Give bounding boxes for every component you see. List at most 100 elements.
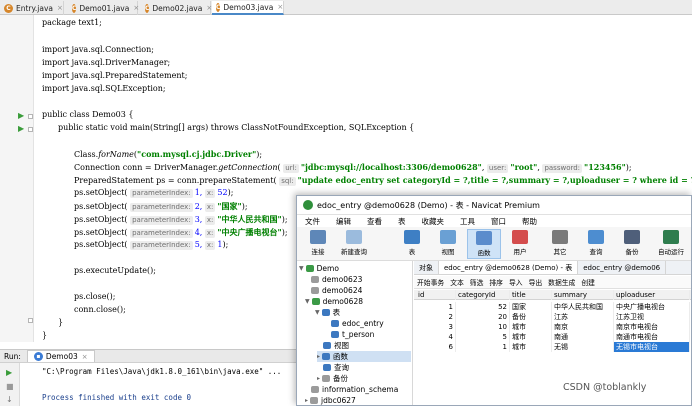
- column-header-categoryid[interactable]: categoryId: [456, 290, 510, 300]
- connection-tree: ▼ Demo demo0623 demo0624 ▼ demo0628 ▼ 表 edo…: [297, 261, 413, 405]
- menu-favorites[interactable]: 收藏夹: [414, 216, 453, 227]
- close-icon[interactable]: ×: [57, 4, 63, 12]
- view-button[interactable]: 视图: [431, 229, 465, 259]
- table-folder-icon: [321, 309, 330, 316]
- create-button[interactable]: 创建: [578, 277, 598, 287]
- tab-demo02-java[interactable]: C Demo02.java ×: [141, 1, 212, 15]
- menu-file[interactable]: 文件: [297, 216, 328, 227]
- user-button[interactable]: 用户: [503, 229, 537, 259]
- fold-icon[interactable]: [28, 127, 33, 132]
- tree-db-demo0624[interactable]: demo0624: [311, 285, 362, 296]
- menu-bar: 文件 编辑 查看 表 收藏夹 工具 窗口 帮助: [297, 215, 691, 227]
- rerun-icon[interactable]: ▶: [6, 368, 12, 378]
- table-button[interactable]: 表: [395, 229, 429, 259]
- column-header-id[interactable]: id: [416, 290, 456, 300]
- param-hint: password:: [542, 164, 583, 173]
- tree-table-t-person[interactable]: t_person: [331, 329, 374, 340]
- tree-db-demo0628[interactable]: ▼ demo0628: [305, 296, 363, 307]
- code-line: }: [58, 318, 64, 327]
- code-line: ps.setObject( parameterIndex: 5, x: 1);: [74, 240, 229, 250]
- export-button[interactable]: 导出: [526, 277, 546, 287]
- function-button[interactable]: 函数: [467, 229, 501, 259]
- table-row[interactable]: 3 10 城市 南京 南京市电视台: [414, 322, 691, 332]
- menu-edit[interactable]: 编辑: [328, 216, 359, 227]
- code-line: }: [42, 331, 48, 340]
- run-main-icon[interactable]: ▶: [18, 124, 24, 134]
- code-line: public class Demo03 {: [42, 110, 134, 119]
- run-label: Run:: [4, 351, 21, 361]
- tab-entry-java[interactable]: C Entry.java ×: [0, 1, 64, 15]
- tools-icon: [552, 230, 568, 244]
- new-query-button[interactable]: 新建查询: [337, 229, 371, 259]
- run-class-icon[interactable]: ▶: [18, 111, 24, 121]
- tree-db-information-schema[interactable]: information_schema: [311, 384, 398, 395]
- data-generation-button[interactable]: 数据生成: [545, 277, 578, 287]
- query-button[interactable]: 查询: [579, 229, 613, 259]
- table-row[interactable]: 4 5 城市 南通 南通市电视台: [414, 332, 691, 342]
- import-button[interactable]: 导入: [506, 277, 526, 287]
- arrow-down-icon[interactable]: ↓: [6, 395, 13, 405]
- java-class-icon: C: [4, 3, 13, 13]
- tree-folder-tables[interactable]: ▼ 表: [315, 307, 340, 318]
- tab-label: Entry.java: [16, 3, 53, 13]
- tree-folder-views[interactable]: 视图: [323, 340, 349, 351]
- tree-folder-backups[interactable]: ▸ 备份: [317, 373, 348, 384]
- tab-objects[interactable]: 对象: [414, 261, 439, 274]
- run-tab-demo03[interactable]: ▪ Demo03 ×: [26, 350, 95, 362]
- tab-label: Demo02.java: [152, 3, 203, 13]
- menu-table[interactable]: 表: [390, 216, 414, 227]
- backup-button[interactable]: 备份: [615, 229, 649, 259]
- tree-db-demo0623[interactable]: demo0623: [311, 274, 362, 285]
- tab-label: Demo03.java: [223, 2, 274, 12]
- tree-folder-functions[interactable]: ▸ 函数: [317, 351, 411, 362]
- column-header-uploaduser[interactable]: uploaduser: [614, 290, 690, 300]
- tab-label: Demo01.java: [79, 3, 130, 13]
- selected-cell[interactable]: 无锡市电视台: [614, 342, 690, 352]
- tab-demo01-java[interactable]: C Demo01.java ×: [68, 1, 139, 15]
- fold-icon[interactable]: [28, 114, 33, 119]
- backup-icon: [322, 375, 331, 382]
- function-icon: [322, 353, 331, 360]
- column-header-title[interactable]: title: [510, 290, 552, 300]
- column-header-summary[interactable]: summary: [552, 290, 614, 300]
- code-line: conn.close();: [74, 305, 126, 314]
- menu-window[interactable]: 窗口: [483, 216, 514, 227]
- tree-connection-demo[interactable]: ▼ Demo: [299, 263, 339, 274]
- connect-button[interactable]: 连接: [301, 229, 335, 259]
- database-icon: [311, 298, 320, 305]
- menu-view[interactable]: 查看: [359, 216, 390, 227]
- sort-button[interactable]: 排序: [486, 277, 506, 287]
- java-class-icon: C: [216, 2, 221, 12]
- menu-tools[interactable]: 工具: [452, 216, 483, 227]
- tree-db-jdbc0627[interactable]: ▸ jdbc0627: [305, 395, 356, 405]
- database-icon: [310, 397, 319, 404]
- database-icon: [311, 386, 319, 393]
- tree-folder-queries[interactable]: 查询: [323, 362, 349, 373]
- console-output[interactable]: "C:\Program Files\Java\jdk1.8.0_161\bin\…: [40, 363, 300, 406]
- close-icon[interactable]: ×: [133, 4, 139, 12]
- fold-icon[interactable]: [28, 318, 33, 323]
- text-button[interactable]: 文本: [447, 277, 467, 287]
- other-button[interactable]: 其它: [543, 229, 577, 259]
- tree-table-edoc-entry[interactable]: edoc_entry: [331, 318, 384, 329]
- menu-help[interactable]: 帮助: [514, 216, 545, 227]
- tab-edoc-entry-2[interactable]: edoc_entry @demo06: [578, 261, 667, 274]
- automation-button[interactable]: 自动运行: [651, 229, 691, 259]
- close-icon[interactable]: ×: [277, 3, 283, 11]
- navicat-title-bar: edoc_entry @demo0628 (Demo) - 表 - Navica…: [297, 196, 691, 215]
- java-class-icon: C: [145, 3, 150, 13]
- view-icon: [323, 342, 331, 349]
- table-row[interactable]: 6 1 城市 无锡 无锡市电视台: [414, 342, 691, 352]
- console-line: Process finished with exit code 0: [42, 393, 192, 402]
- tab-edoc-entry[interactable]: edoc_entry @demo0628 (Demo) - 表: [439, 261, 579, 274]
- tab-demo03-java[interactable]: C Demo03.java ×: [212, 1, 284, 15]
- filter-button[interactable]: 筛选: [467, 277, 487, 287]
- user-icon: [512, 230, 528, 244]
- stop-icon[interactable]: ■: [6, 382, 14, 392]
- close-icon[interactable]: ×: [82, 353, 88, 361]
- begin-transaction-button[interactable]: 开始事务: [414, 277, 447, 287]
- database-icon: [311, 287, 319, 294]
- table-row[interactable]: 2 20 备份 江苏 江苏卫视: [414, 312, 691, 322]
- database-icon: [311, 276, 319, 283]
- table-row[interactable]: 1 52 国家 中华人民共和国 中央广播电视台: [414, 302, 691, 312]
